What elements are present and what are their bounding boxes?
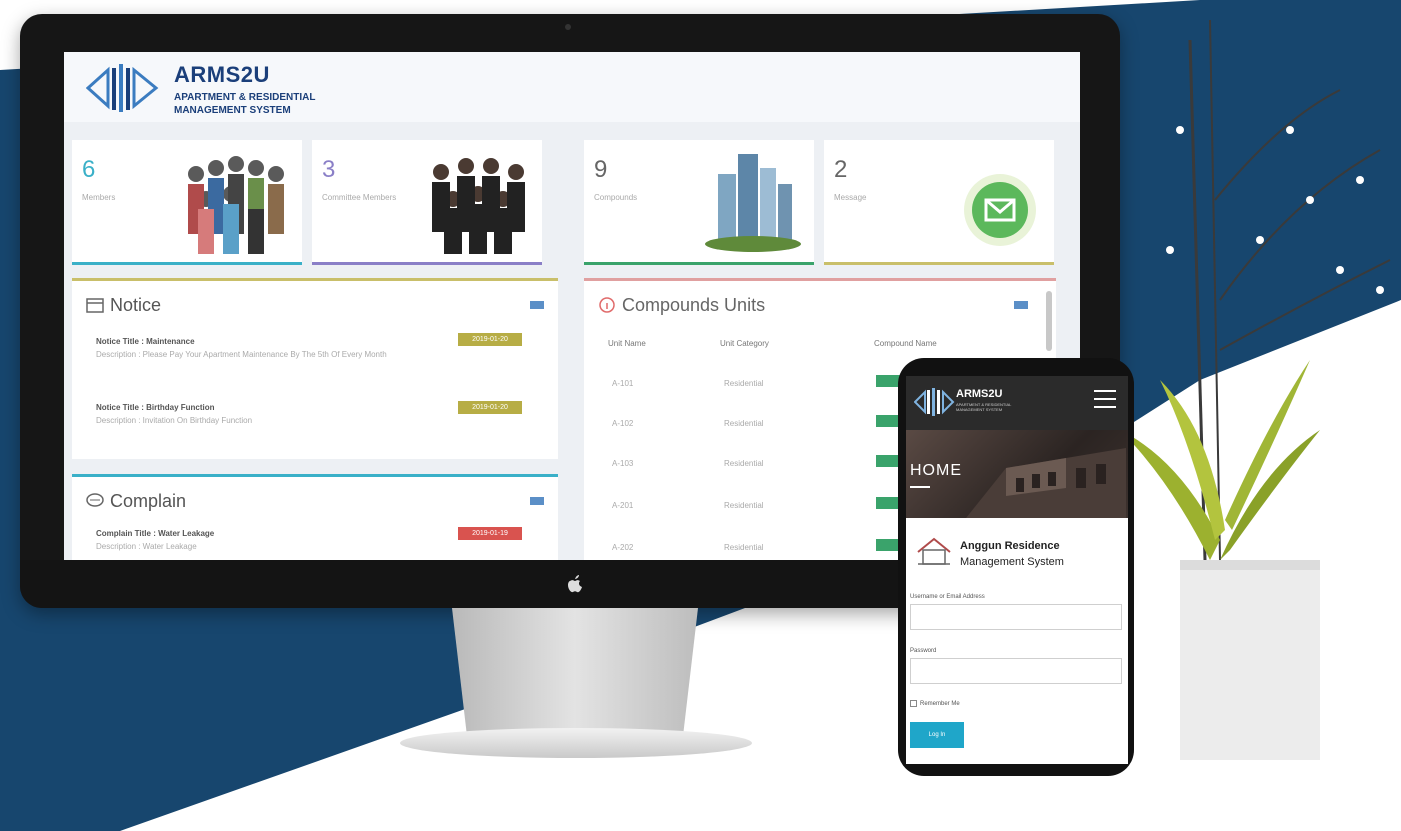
status-badge [876, 539, 900, 551]
mobile-brand: ARMS2U [956, 388, 1003, 400]
members-label: Members [82, 193, 116, 202]
members-stat-card[interactable]: 6 Members [72, 140, 302, 265]
apple-logo-icon [568, 575, 582, 593]
buildings-image [705, 154, 801, 252]
org-name-line2: Management System [960, 556, 1064, 568]
committee-group-image [432, 158, 525, 254]
username-label: Username or Email Address [910, 594, 985, 600]
imac-stand [452, 608, 698, 734]
table-cell-unit: A-103 [612, 459, 634, 468]
compounds-units-title: Compounds Units [622, 295, 766, 315]
compounds-units-header: Compounds Units [598, 295, 765, 316]
notice-item: Notice Title : Maintenance Description :… [96, 337, 456, 361]
status-badge [876, 497, 900, 509]
scrollbar[interactable] [1046, 291, 1052, 351]
hero-title: HOME [910, 462, 962, 479]
notice-collapse-button[interactable] [530, 301, 544, 309]
committee-stat-card[interactable]: 3 Committee Members [312, 140, 542, 265]
status-badge [876, 375, 900, 387]
table-cell-unit: A-102 [612, 419, 634, 428]
message-label: Message [834, 193, 867, 202]
compounds-count: 9 [594, 156, 608, 183]
remember-me-checkbox[interactable] [910, 700, 917, 707]
notice-item-title: Notice Title : Birthday Function [96, 403, 215, 412]
notice-item-description: Description : Please Pay Your Apartment … [96, 350, 387, 359]
complain-date-badge: 2019-01-19 [458, 527, 522, 540]
imac-camera [565, 24, 571, 30]
house-logo-icon [917, 537, 951, 565]
compounds-label: Compounds [594, 193, 638, 202]
notice-date-badge: 2019-01-20 [458, 333, 522, 346]
table-cell-unit: A-201 [612, 501, 634, 510]
org-name-line1: Anggun Residence [960, 540, 1060, 552]
arms2u-logo-icon [86, 64, 159, 112]
notice-date-badge: 2019-01-20 [458, 401, 522, 414]
complain-item: Complain Title : Water Leakage Descripti… [96, 529, 456, 553]
remember-me-label: Remember Me [920, 701, 960, 707]
imac-stand-base [400, 728, 752, 758]
committee-count: 3 [322, 156, 336, 183]
notice-title: Notice [110, 295, 162, 315]
arms2u-logo-icon [914, 388, 955, 416]
notice-item: Notice Title : Birthday Function Descrip… [96, 403, 456, 427]
notice-item-title: Notice Title : Maintenance [96, 337, 195, 346]
notice-panel: Notice Notice Title : Maintenance Descri… [72, 278, 558, 459]
brand-title: ARMS2U [174, 62, 270, 87]
mobile-navbar: ARMS2U APARTMENT & RESIDENTIAL MANAGEMEN… [906, 376, 1128, 430]
hero-underline [910, 486, 930, 488]
compounds-collapse-button[interactable] [1014, 301, 1028, 309]
password-label: Password [910, 648, 937, 654]
residence-building-image [966, 448, 1126, 518]
calendar-icon [86, 298, 104, 313]
username-input[interactable] [910, 604, 1122, 630]
column-header-unit-category: Unit Category [720, 339, 769, 348]
mobile-brand-subtitle: APARTMENT & RESIDENTIAL MANAGEMENT SYSTE… [956, 402, 1012, 412]
envelope-icon [964, 174, 1036, 246]
notice-item-description: Description : Invitation On Birthday Fun… [96, 416, 253, 425]
status-badge [876, 455, 900, 467]
hamburger-menu-icon[interactable] [1094, 390, 1116, 408]
complain-collapse-button[interactable] [530, 497, 544, 505]
password-input[interactable] [910, 658, 1122, 684]
table-cell-category: Residential [724, 419, 764, 428]
brand-subtitle-line1: APARTMENT & RESIDENTIAL [174, 92, 316, 103]
mobile-hero-banner: HOME [906, 430, 1128, 518]
mobile-screen: ARMS2U APARTMENT & RESIDENTIAL MANAGEMEN… [906, 376, 1128, 764]
login-button[interactable]: Log In [910, 722, 964, 748]
complain-header: Complain [86, 491, 186, 512]
table-cell-unit: A-202 [612, 543, 634, 552]
complain-title: Complain [110, 491, 187, 511]
message-count: 2 [834, 156, 848, 183]
complain-item-description: Description : Water Leakage [96, 542, 197, 551]
comment-icon [86, 493, 104, 507]
info-circle-icon [599, 297, 615, 313]
message-stat-card[interactable]: 2 Message [824, 140, 1054, 265]
column-header-compound-name: Compound Name [874, 339, 937, 348]
table-cell-category: Residential [724, 501, 764, 510]
committee-label: Committee Members [322, 193, 397, 202]
complain-panel: Complain Complain Title : Water Leakage … [72, 474, 558, 560]
status-badge [876, 415, 900, 427]
table-cell-category: Residential [724, 543, 764, 552]
compounds-stat-card[interactable]: 9 Compounds [584, 140, 814, 265]
brand-subtitle-line2: MANAGEMENT SYSTEM [174, 105, 291, 116]
notice-header: Notice [86, 295, 161, 316]
table-cell-category: Residential [724, 459, 764, 468]
complain-item-title: Complain Title : Water Leakage [96, 529, 215, 538]
column-header-unit-name: Unit Name [608, 339, 646, 348]
brand-subtitle: APARTMENT & RESIDENTIAL MANAGEMENT SYSTE… [174, 91, 315, 117]
people-group-image [188, 156, 284, 254]
members-count: 6 [82, 156, 96, 183]
table-cell-unit: A-101 [612, 379, 634, 388]
table-cell-category: Residential [724, 379, 764, 388]
dashboard-header: ARMS2U APARTMENT & RESIDENTIAL MANAGEMEN… [64, 52, 1080, 122]
